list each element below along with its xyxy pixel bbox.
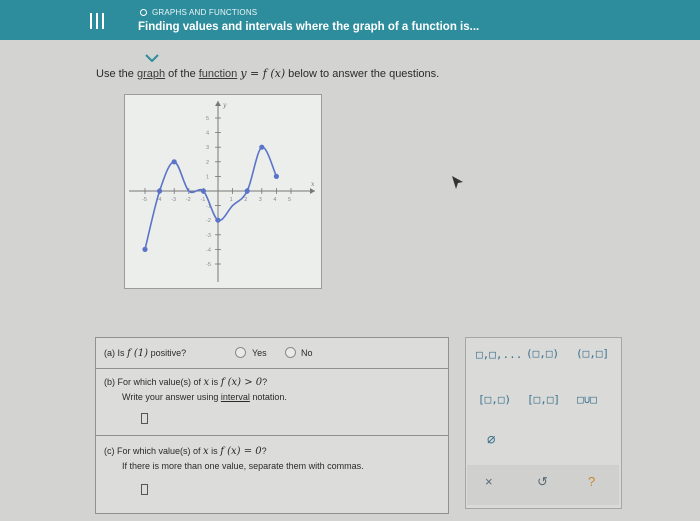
undo-icon[interactable]: ↺: [537, 474, 548, 490]
curve-point: [200, 188, 206, 194]
mouse-cursor-icon: [452, 176, 463, 189]
x-tick-label: -1: [200, 197, 205, 203]
y-tick-label: -4: [206, 247, 211, 253]
topic-text: GRAPHS AND FUNCTIONS: [152, 8, 258, 17]
curve-point: [259, 144, 265, 150]
key-open-open[interactable]: (□,□): [526, 347, 559, 360]
curve-point: [157, 188, 163, 194]
x-tick-label: 3: [259, 197, 262, 203]
key-union[interactable]: □∪□: [577, 393, 597, 406]
x-tick-label: 5: [288, 197, 291, 203]
graph-canvas: xy-5 -4 -3 -2 -1 1 2 3 4 554321-1-2-3-4-5: [129, 101, 315, 282]
x-tick-label: -2: [186, 197, 191, 203]
question-a: (a) Is f (1) positive? Yes No: [96, 338, 448, 369]
topic-status-icon: [140, 9, 147, 16]
curve-point: [142, 246, 148, 252]
x-tick-label: 2: [244, 197, 247, 203]
key-open-closed[interactable]: (□,□]: [576, 347, 609, 360]
function-graph: x y -5 -4 -3 -2 -1 1 2 3 4 5 5 4 3 2 1 -1 -2 -3 -4 -5: [124, 94, 322, 289]
x-tick-label: -3: [171, 197, 176, 203]
answer-box-b[interactable]: [141, 413, 148, 424]
y-tick-label: -5: [206, 262, 211, 268]
help-button[interactable]: ?: [588, 474, 595, 489]
y-tick-label: 1: [206, 174, 209, 180]
question-c: (c) For which value(s) of x is f (x) = 0…: [96, 436, 448, 513]
chevron-down-icon[interactable]: [145, 54, 159, 62]
question-panel: (a) Is f (1) positive? Yes No (b) For wh…: [95, 337, 449, 514]
question-b: (b) For which value(s) of x is f (x) > 0…: [96, 369, 448, 436]
radio-no[interactable]: [285, 347, 296, 358]
menu-icon[interactable]: [90, 13, 104, 29]
y-axis-label: y: [222, 102, 227, 109]
curve-point: [244, 188, 250, 194]
interval-link[interactable]: interval: [221, 392, 250, 402]
key-closed-closed[interactable]: [□,□]: [527, 393, 560, 406]
clear-button[interactable]: ×: [485, 474, 493, 489]
radio-yes[interactable]: [235, 347, 246, 358]
page-title: Finding values and intervals where the g…: [138, 21, 480, 33]
header-bar: GRAPHS AND FUNCTIONS Finding values and …: [0, 0, 700, 40]
key-list[interactable]: □,□,...: [476, 348, 522, 361]
function-expression: y = f (x): [240, 67, 286, 80]
curve-point: [171, 159, 177, 165]
y-axis-arrow: [215, 101, 221, 106]
y-tick-label: 3: [206, 145, 209, 151]
x-axis-label: x: [311, 181, 315, 188]
no-label: No: [301, 348, 313, 358]
y-tick-label: 5: [206, 116, 209, 122]
curve-point: [215, 217, 221, 223]
key-empty-set[interactable]: ∅: [487, 432, 495, 448]
x-tick-label: 1: [230, 197, 233, 203]
x-axis-arrow: [310, 188, 315, 194]
y-tick-label: 4: [206, 131, 209, 137]
instructions: Use the graph of the function y = f (x) …: [96, 67, 440, 80]
key-closed-open[interactable]: [□,□): [478, 393, 511, 406]
y-tick-label: 2: [206, 160, 209, 166]
topic-label: GRAPHS AND FUNCTIONS: [140, 8, 257, 17]
x-tick-label: -5: [142, 197, 147, 203]
graph-link[interactable]: graph: [137, 68, 165, 80]
x-tick-label: 4: [273, 197, 276, 203]
y-tick-label: -3: [206, 233, 211, 239]
answer-box-c[interactable]: [141, 484, 148, 495]
y-tick-label: -2: [206, 218, 211, 224]
yes-label: Yes: [252, 348, 267, 358]
function-link[interactable]: function: [199, 68, 238, 80]
curve-point: [273, 173, 279, 179]
